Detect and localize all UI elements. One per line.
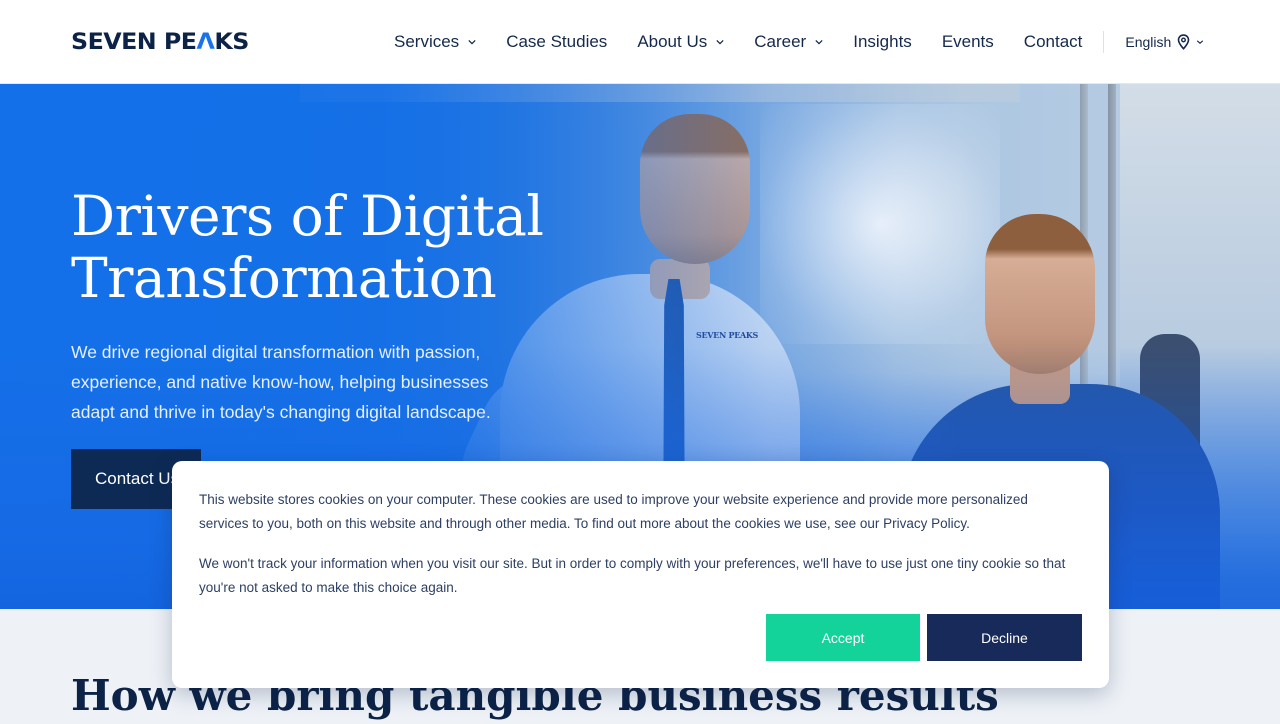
logo-text: SEVEN PEΛKS: [71, 29, 249, 55]
chevron-down-icon: [716, 39, 724, 45]
nav-label: Services: [394, 32, 460, 51]
chevron-down-icon: [468, 39, 476, 45]
nav-item-career[interactable]: Career: [754, 32, 823, 52]
nav-label: Career: [754, 32, 807, 51]
nav-item-contact[interactable]: Contact: [1024, 32, 1083, 52]
nav-item-insights[interactable]: Insights: [853, 32, 912, 52]
nav-item-case-studies[interactable]: Case Studies: [506, 32, 607, 52]
nav-label: About Us: [637, 32, 708, 51]
language-label: English: [1125, 34, 1172, 50]
chevron-down-icon: [1197, 40, 1204, 44]
cookie-text: This website stores cookies on your comp…: [199, 492, 1028, 531]
nav-item-about-us[interactable]: About Us: [637, 32, 724, 52]
hero-description: We drive regional digital transformation…: [71, 342, 491, 422]
decline-cookies-button[interactable]: Decline: [927, 614, 1082, 661]
nav-item-services[interactable]: Services: [394, 32, 476, 52]
hero-title: Drivers of Digital Transformation: [71, 184, 544, 310]
nav-label: Case Studies: [506, 32, 608, 51]
nav-label: Insights: [853, 32, 912, 51]
nav-item-events[interactable]: Events: [942, 32, 994, 52]
location-pin-icon: [1178, 34, 1190, 50]
language-selector[interactable]: English: [1125, 34, 1204, 50]
nav-label: Events: [941, 32, 994, 51]
main-nav: Services Case Studies About Us Career In…: [394, 0, 1204, 84]
chevron-down-icon: [815, 39, 823, 45]
nav-label: Contact: [1023, 32, 1083, 51]
cookie-text: We won't track your information when you…: [199, 556, 1066, 595]
seven-peaks-logo[interactable]: SEVEN PEΛKS: [71, 30, 249, 55]
accept-cookies-button[interactable]: Accept: [766, 614, 920, 661]
site-header: SEVEN PEΛKS Services Case Studies About …: [0, 0, 1280, 84]
nav-divider: [1103, 31, 1105, 53]
cookie-consent-banner: This website stores cookies on your comp…: [172, 461, 1109, 688]
